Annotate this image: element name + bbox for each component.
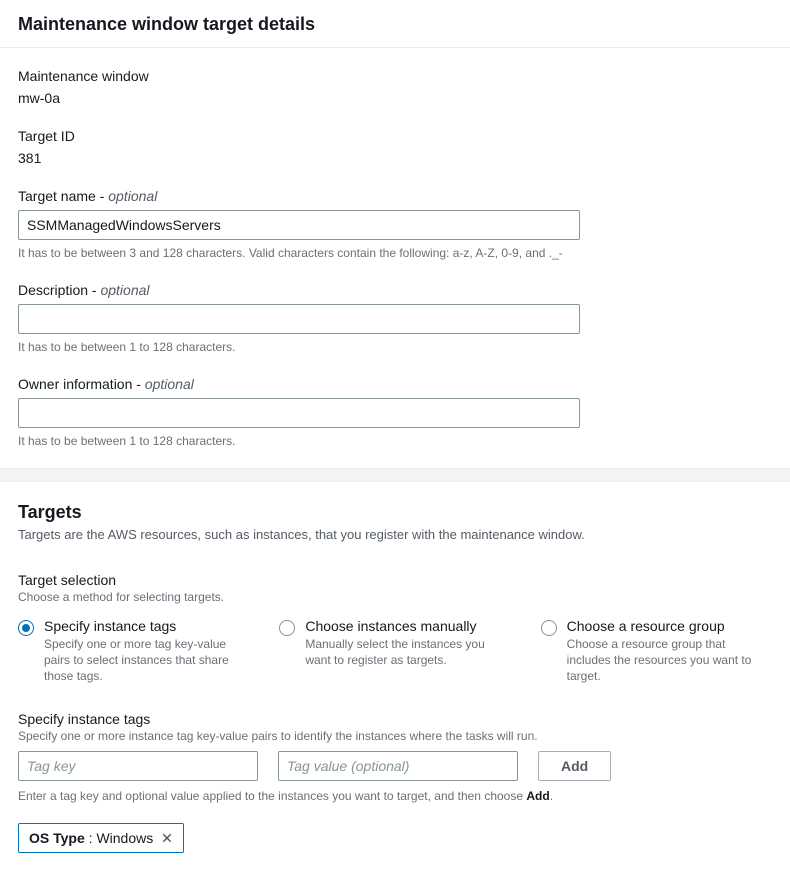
close-icon[interactable] <box>161 832 173 844</box>
tags-label: Specify instance tags <box>18 711 772 727</box>
target-selection-label: Target selection <box>18 572 772 588</box>
description-optional: optional <box>100 282 149 298</box>
radio-icon[interactable] <box>541 620 557 636</box>
owner-hint: It has to be between 1 to 128 characters… <box>18 434 772 448</box>
mw-value: mw-0a <box>18 90 772 106</box>
owner-label-text: Owner information - <box>18 376 145 392</box>
radio-icon[interactable] <box>18 620 34 636</box>
owner-input[interactable] <box>18 398 580 428</box>
target-name-label-text: Target name - <box>18 188 108 204</box>
mw-label: Maintenance window <box>18 68 772 84</box>
tag-key-input[interactable] <box>18 751 258 781</box>
radio-resource-group[interactable]: Choose a resource group Choose a resourc… <box>541 618 772 685</box>
owner-label: Owner information - optional <box>18 376 772 392</box>
tag-token: OS Type : Windows <box>18 823 184 853</box>
add-button[interactable]: Add <box>538 751 611 781</box>
entry-hint-post: . <box>550 789 553 803</box>
targets-sub: Targets are the AWS resources, such as i… <box>18 527 772 542</box>
tag-value-input[interactable] <box>278 751 518 781</box>
radio-desc: Specify one or more tag key-value pairs … <box>44 636 249 685</box>
tag-token-value: Windows <box>96 830 153 846</box>
owner-optional: optional <box>145 376 194 392</box>
target-name-input[interactable] <box>18 210 580 240</box>
description-hint: It has to be between 1 to 128 characters… <box>18 340 772 354</box>
target-name-optional: optional <box>108 188 157 204</box>
section-divider <box>0 468 790 482</box>
targets-heading: Targets <box>18 502 772 523</box>
page-title: Maintenance window target details <box>18 14 772 35</box>
radio-specify-tags[interactable]: Specify instance tags Specify one or mor… <box>18 618 249 685</box>
description-input[interactable] <box>18 304 580 334</box>
radio-title: Choose a resource group <box>567 618 772 634</box>
target-name-hint: It has to be between 3 and 128 character… <box>18 246 772 260</box>
target-id-label: Target ID <box>18 128 772 144</box>
entry-hint-bold: Add <box>526 789 549 803</box>
tag-token-key: OS Type <box>29 830 85 846</box>
target-id-value: 381 <box>18 150 772 166</box>
description-label: Description - optional <box>18 282 772 298</box>
radio-icon[interactable] <box>279 620 295 636</box>
target-selection-hint: Choose a method for selecting targets. <box>18 590 772 604</box>
radio-choose-manually[interactable]: Choose instances manually Manually selec… <box>279 618 510 685</box>
radio-title: Specify instance tags <box>44 618 249 634</box>
radio-desc: Manually select the instances you want t… <box>305 636 510 668</box>
radio-title: Choose instances manually <box>305 618 510 634</box>
radio-desc: Choose a resource group that includes th… <box>567 636 772 685</box>
description-label-text: Description - <box>18 282 100 298</box>
target-selection-radios: Specify instance tags Specify one or mor… <box>18 618 772 685</box>
entry-hint-pre: Enter a tag key and optional value appli… <box>18 789 526 803</box>
tag-token-sep: : <box>85 830 97 846</box>
tags-hint: Specify one or more instance tag key-val… <box>18 729 772 743</box>
target-name-label: Target name - optional <box>18 188 772 204</box>
tag-entry-hint: Enter a tag key and optional value appli… <box>18 789 772 803</box>
